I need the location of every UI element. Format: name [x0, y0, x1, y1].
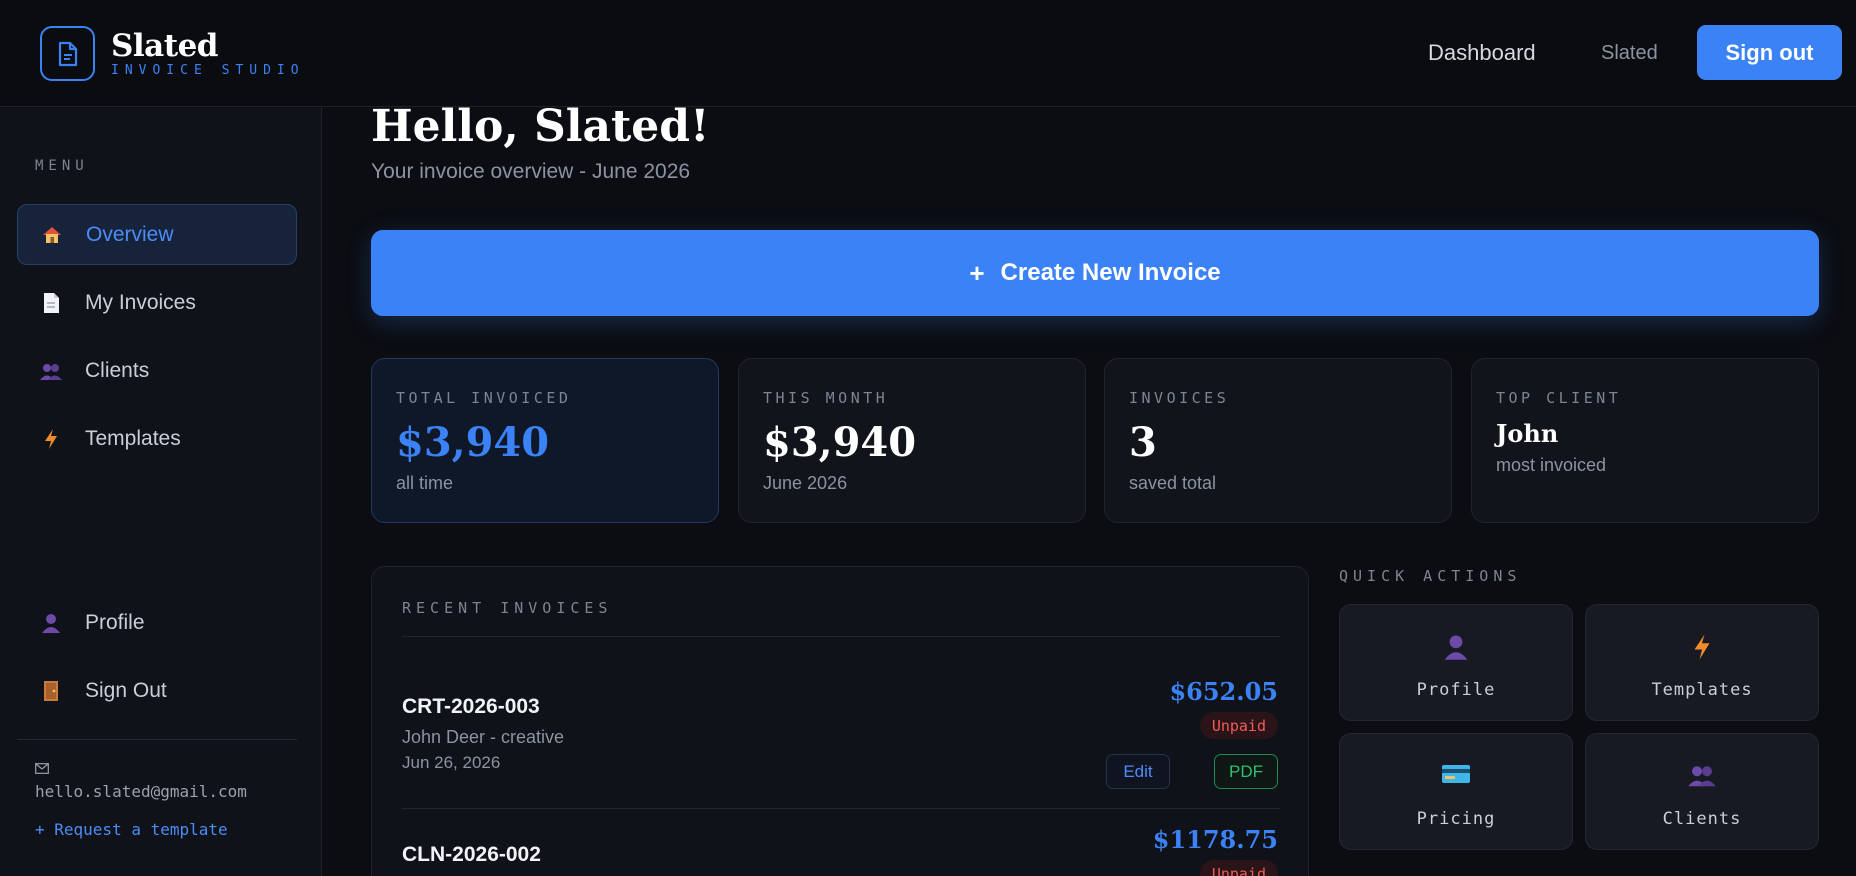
bolt-icon	[39, 427, 63, 451]
invoice-id: CLN-2026-002	[402, 843, 541, 866]
sidebar-item-overview[interactable]: Overview	[17, 204, 297, 265]
bolt-icon	[1586, 633, 1818, 661]
sidebar-item-my-invoices[interactable]: My Invoices	[17, 272, 297, 333]
recent-invoices-title: RECENT INVOICES	[402, 599, 613, 617]
stat-label: TOP CLIENT	[1496, 389, 1622, 407]
status-badge: Unpaid	[1199, 860, 1278, 876]
stat-value: John	[1496, 419, 1559, 448]
stat-label: INVOICES	[1129, 389, 1230, 407]
pdf-invoice-button[interactable]: PDF	[1214, 754, 1278, 789]
credit-card-icon	[1340, 762, 1572, 786]
quick-action-clients[interactable]: Clients	[1585, 733, 1819, 850]
user-icon	[39, 611, 63, 635]
users-icon	[39, 359, 63, 383]
users-icon	[1586, 762, 1818, 788]
page-subtitle: Your invoice overview - June 2026	[371, 160, 691, 183]
edit-invoice-button[interactable]: Edit	[1106, 754, 1170, 789]
divider	[402, 636, 1280, 637]
recent-invoices-panel: RECENT INVOICES CRT-2026-003 John Deer -…	[371, 566, 1309, 876]
sidebar-item-label: Overview	[86, 222, 174, 246]
menu-label: MENU	[35, 158, 89, 174]
support-email[interactable]: hello.slated@gmail.com	[35, 782, 247, 801]
quick-action-label: Pricing	[1416, 809, 1496, 829]
door-icon	[39, 679, 63, 703]
quick-action-templates[interactable]: Templates	[1585, 604, 1819, 721]
invoice-amount: $1178.75	[1152, 825, 1278, 854]
brand-name: Slated	[111, 27, 218, 64]
sidebar-item-sign-out[interactable]: Sign Out	[17, 660, 297, 721]
nav-user-link[interactable]: Slated	[1601, 42, 1658, 65]
invoice-icon	[40, 26, 95, 81]
page-title: Hello, Slated!	[371, 101, 710, 152]
sidebar-item-profile[interactable]: Profile	[17, 592, 297, 653]
stat-sub: saved total	[1129, 473, 1217, 493]
top-bar: Slated INVOICE STUDIO Dashboard Slated S…	[0, 0, 1856, 107]
sidebar-item-label: My Invoices	[85, 290, 196, 314]
sign-out-button[interactable]: Sign out	[1697, 25, 1842, 80]
mail-icon	[35, 761, 49, 779]
sidebar-item-label: Clients	[85, 358, 150, 382]
quick-action-pricing[interactable]: Pricing	[1339, 733, 1573, 850]
home-icon	[40, 223, 64, 247]
plus-icon: +	[969, 257, 985, 288]
nav-dashboard-link[interactable]: Dashboard	[1428, 40, 1536, 66]
document-icon	[39, 291, 63, 315]
user-icon	[1340, 633, 1572, 661]
create-invoice-label: Create New Invoice	[1000, 259, 1221, 286]
stat-value: $3,940	[396, 419, 550, 466]
sidebar: MENU Overview My Invoices Clients Templa…	[0, 108, 322, 876]
invoice-client: John Deer - creative	[402, 727, 565, 747]
stat-sub: all time	[396, 473, 454, 493]
invoice-amount: $652.05	[1169, 677, 1278, 706]
invoice-id: CRT-2026-003	[402, 695, 540, 718]
create-invoice-button[interactable]: + Create New Invoice	[371, 230, 1819, 316]
stat-value: $3,940	[763, 419, 917, 466]
invoice-date: Jun 26, 2026	[402, 753, 501, 772]
stat-card-this-month: THIS MONTH $3,940 June 2026	[738, 358, 1086, 523]
sidebar-item-label: Profile	[85, 610, 145, 634]
status-badge: Unpaid	[1199, 712, 1278, 739]
sidebar-item-clients[interactable]: Clients	[17, 340, 297, 401]
quick-actions-title: QUICK ACTIONS	[1339, 567, 1522, 585]
quick-action-profile[interactable]: Profile	[1339, 604, 1573, 721]
stat-card-top-client: TOP CLIENT John most invoiced	[1471, 358, 1819, 523]
stat-value: 3	[1129, 419, 1157, 466]
quick-action-label: Profile	[1416, 680, 1496, 700]
divider	[402, 808, 1280, 809]
sidebar-item-templates[interactable]: Templates	[17, 408, 297, 469]
stat-label: TOTAL INVOICED	[396, 389, 572, 407]
sidebar-divider	[17, 739, 297, 740]
stat-sub: June 2026	[763, 473, 848, 493]
stat-sub: most invoiced	[1496, 455, 1607, 475]
brand-subtitle: INVOICE STUDIO	[111, 62, 305, 78]
stat-label: THIS MONTH	[763, 389, 889, 407]
request-template-link[interactable]: + Request a template	[35, 820, 228, 839]
sidebar-item-label: Templates	[85, 426, 181, 450]
quick-action-label: Templates	[1651, 680, 1753, 700]
sidebar-item-label: Sign Out	[85, 678, 167, 702]
quick-action-label: Clients	[1662, 809, 1742, 829]
brand-logo[interactable]: Slated INVOICE STUDIO	[40, 26, 305, 81]
stat-card-invoices: INVOICES 3 saved total	[1104, 358, 1452, 523]
stat-card-total-invoiced: TOTAL INVOICED $3,940 all time	[371, 358, 719, 523]
